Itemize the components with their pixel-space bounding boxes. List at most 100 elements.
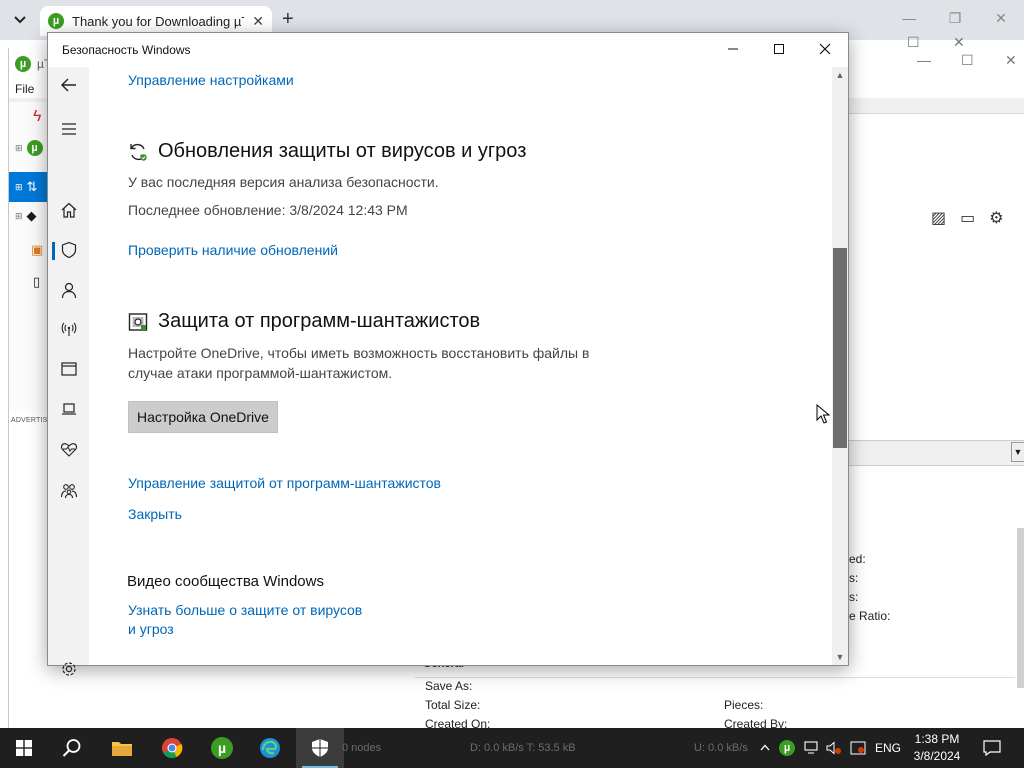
latest-version-text: У вас последняя версия анализа безопасно…: [128, 174, 439, 190]
save-as-label: Save As:: [425, 679, 473, 693]
security-nav-rail: [48, 67, 89, 676]
check-updates-link[interactable]: Проверить наличие обновлений: [128, 242, 338, 258]
clock[interactable]: 1:38 PM 3/8/2024: [906, 731, 968, 765]
person-icon: [61, 282, 76, 299]
learn-more-link[interactable]: Узнать больше о защите от вирусов и угро…: [128, 601, 362, 639]
network-monitor-icon: [804, 741, 818, 754]
status-nodes-ghost: 0 nodes: [342, 742, 382, 754]
pieces-label: Pieces:: [724, 698, 764, 712]
start-button[interactable]: [0, 728, 48, 768]
back-arrow-icon: [60, 78, 76, 92]
nav-firewall[interactable]: [48, 313, 89, 345]
home-icon: [61, 202, 76, 218]
refresh-shield-icon: [130, 143, 147, 161]
nav-settings[interactable]: [48, 653, 89, 685]
security-maximize-button[interactable]: [756, 33, 802, 65]
nav-account-protection[interactable]: [48, 274, 89, 306]
tab-title: Thank you for Downloading µT: [72, 13, 245, 29]
close-link[interactable]: Закрыть: [128, 506, 182, 522]
sidebar-item-feeds[interactable]: ⊞ ⇅: [9, 172, 49, 202]
utorrent-maximize-button[interactable]: ☐: [961, 52, 974, 69]
utorrent-minimize-button[interactable]: —: [917, 52, 931, 68]
browser-close-button[interactable]: ✕: [978, 10, 1024, 27]
volume-icon[interactable]: [822, 741, 846, 755]
shield-icon: [312, 739, 328, 757]
close-icon: [819, 43, 831, 55]
taskbar-file-explorer[interactable]: [98, 728, 146, 768]
utorrent-title: µ µT: [15, 56, 51, 72]
updates-heading-text: Обновления защиты от вирусов и угроз: [158, 140, 527, 162]
security-close-button[interactable]: [802, 33, 848, 65]
network-icon[interactable]: [798, 741, 822, 755]
menu-button[interactable]: [48, 113, 89, 145]
utorrent-logo-icon: µ: [15, 56, 31, 72]
minimize-icon: [728, 48, 738, 50]
status-download-ghost: D: 0.0 kB/s T: 53.5 kB: [470, 742, 576, 754]
browser-restore-button[interactable]: ❐: [932, 10, 978, 27]
security-minimize-button[interactable]: [710, 33, 756, 65]
learn-more-link-line: Узнать больше о защите от вирусов: [128, 602, 363, 618]
app-window-icon: [60, 362, 77, 376]
browser-minimize-button[interactable]: —: [886, 10, 932, 27]
chevron-up-icon: [760, 744, 770, 751]
utorrent-logo-icon: µ: [26, 140, 43, 156]
notification-icon: [983, 740, 1001, 756]
utorrent-logo-icon: µ: [211, 737, 233, 759]
search-icon: [62, 739, 81, 757]
tab-close-button[interactable]: ✕: [252, 13, 264, 30]
search-button[interactable]: [48, 728, 96, 768]
sidebar-item-labels[interactable]: ⊞ ◆: [15, 208, 37, 224]
utorrent-close-button[interactable]: ✕: [1005, 52, 1017, 69]
tray-utorrent[interactable]: µ: [776, 740, 798, 756]
tab-search-button[interactable]: [8, 8, 32, 32]
input-language[interactable]: ENG: [870, 741, 906, 755]
transfer-label: ed:: [849, 552, 866, 566]
manage-settings-link[interactable]: Управление настройками: [128, 72, 294, 88]
nav-device-health[interactable]: [48, 433, 89, 465]
device-icon[interactable]: ▯: [33, 274, 40, 290]
menu-file[interactable]: File: [15, 82, 34, 96]
manage-ransomware-link[interactable]: Управление защитой от программ-шантажист…: [128, 475, 441, 491]
nav-app-browser-control[interactable]: [48, 353, 89, 385]
utorrent-logo-icon: µ: [779, 740, 795, 756]
chat-icon[interactable]: ▨: [931, 208, 946, 228]
back-button[interactable]: [48, 68, 89, 102]
family-icon: [60, 484, 77, 499]
scroll-thumb[interactable]: [833, 248, 847, 448]
rss-icon[interactable]: ▣: [31, 242, 43, 258]
nav-virus-protection[interactable]: [48, 234, 89, 266]
security-scrollbar[interactable]: ▲ ▼: [832, 67, 848, 665]
lightning-icon[interactable]: ϟ: [33, 108, 41, 126]
taskbar-edge[interactable]: [246, 728, 294, 768]
notifications-button[interactable]: [968, 728, 1016, 768]
monitor-icon[interactable]: ▭: [960, 208, 975, 228]
folder-icon: [112, 742, 132, 756]
utorrent-scrollbar[interactable]: [1017, 528, 1024, 688]
gear-icon[interactable]: ⚙: [989, 208, 1003, 228]
taskbar-windows-security[interactable]: [296, 728, 344, 768]
utorrent-dropdown-button[interactable]: ▼: [1011, 442, 1024, 462]
show-hidden-icons-button[interactable]: [754, 742, 776, 754]
utorrent-outer-close[interactable]: ✕: [953, 34, 965, 51]
utorrent-outer-restore[interactable]: ☐: [907, 34, 920, 51]
scroll-down-button[interactable]: ▼: [832, 649, 848, 665]
sidebar-item-torrents[interactable]: ⊞ µ: [15, 140, 43, 156]
nav-device-security[interactable]: [48, 393, 89, 425]
total-size-label: Total Size:: [425, 698, 481, 712]
new-tab-button[interactable]: +: [282, 9, 294, 29]
transfer-label: e Ratio:: [849, 609, 891, 623]
speaker-muted-icon: [826, 741, 841, 755]
nav-family-options[interactable]: [48, 475, 89, 507]
utorrent-sidebar: ϟ ⊞ µ ⊞ ⇅ ⊞ ◆ ▣ ▯: [9, 102, 49, 412]
scroll-up-button[interactable]: ▲: [832, 67, 848, 83]
hamburger-menu-icon: [61, 123, 76, 135]
security-tray-icon[interactable]: [846, 741, 870, 755]
setup-onedrive-button[interactable]: Настройка OneDrive: [128, 401, 278, 433]
windows-logo-icon: [16, 740, 32, 756]
status-upload-ghost: U: 0.0 kB/s: [694, 742, 748, 754]
taskbar-chrome[interactable]: [148, 728, 196, 768]
edge-icon: [260, 738, 280, 758]
nav-home[interactable]: [48, 194, 89, 226]
taskbar-utorrent[interactable]: µ: [198, 728, 246, 768]
ransomware-heading: Защита от программ-шантажистов: [128, 310, 480, 333]
